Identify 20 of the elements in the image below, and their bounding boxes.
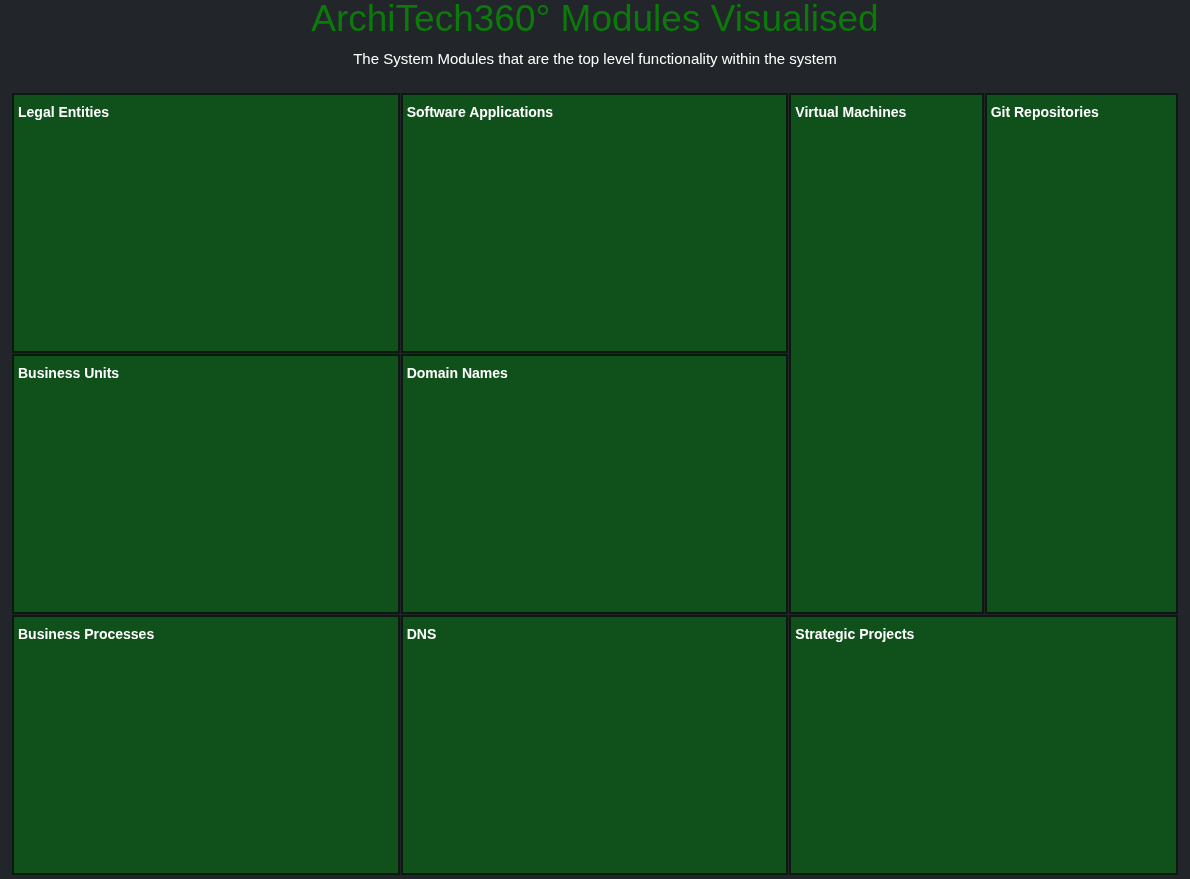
module-tile[interactable]: Domain Names	[400, 353, 789, 614]
module-label: Business Processes	[18, 625, 155, 642]
module-label: DNS	[406, 625, 437, 642]
module-tile[interactable]: Strategic Projects	[789, 614, 1178, 875]
module-tile[interactable]: Virtual Machines	[789, 92, 984, 614]
module-tile[interactable]: Software Applications	[400, 92, 789, 353]
module-label: Virtual Machines	[795, 103, 907, 120]
page-subtitle: The System Modules that are the top level functionality within the system	[353, 49, 837, 69]
module-tile[interactable]: Legal Entities	[12, 92, 400, 353]
module-tile[interactable]: DNS	[400, 614, 789, 875]
module-label: Software Applications	[406, 103, 554, 120]
page-title: ArchiTech360° Modules Visualised	[311, 0, 879, 38]
module-tile[interactable]: Business Processes	[12, 614, 400, 875]
module-label: Business Units	[18, 364, 120, 381]
module-label: Legal Entities	[18, 103, 110, 120]
module-label: Domain Names	[406, 364, 508, 381]
module-label: Git Repositories	[990, 103, 1099, 120]
module-tile[interactable]: Business Units	[12, 353, 400, 614]
module-label: Strategic Projects	[795, 625, 915, 642]
module-tile[interactable]: Git Repositories	[984, 92, 1178, 614]
